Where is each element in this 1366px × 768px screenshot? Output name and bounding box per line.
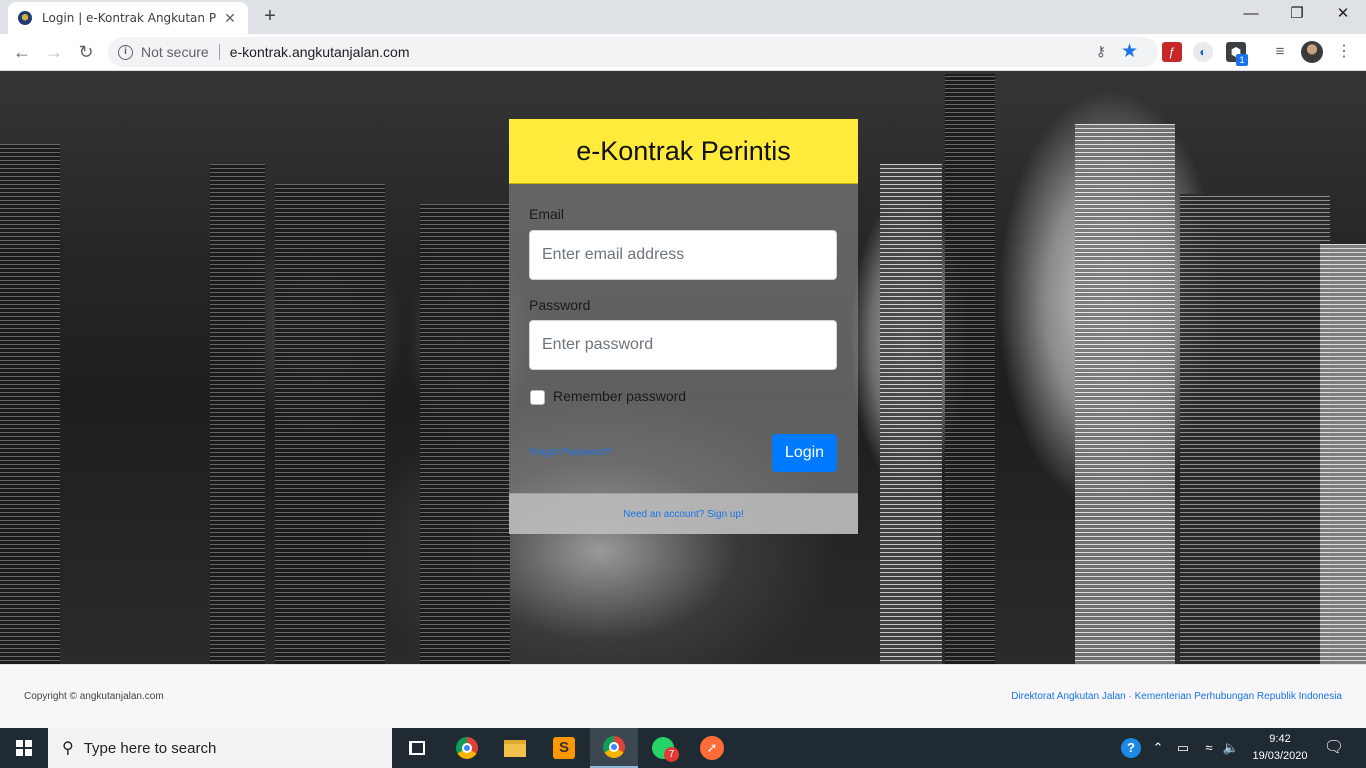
whatsapp-badge: 7 <box>664 747 679 762</box>
login-title: e-Kontrak Perintis <box>576 135 791 166</box>
chrome-active-taskbar-icon[interactable] <box>590 728 638 768</box>
browser-toolbar: ← → ↻ i Not secure e-kontrak.angkutanjal… <box>0 34 1366 71</box>
postman-icon[interactable]: ➚ <box>688 728 736 768</box>
chrome-menu-icon[interactable]: ⋮ <box>1330 38 1358 66</box>
background-building <box>210 164 265 664</box>
background-building <box>275 184 385 664</box>
login-page-background: e-Kontrak Perintis Email Password Rememb… <box>0 71 1366 664</box>
task-view-icon[interactable] <box>393 728 441 768</box>
background-building <box>1075 124 1175 664</box>
maximize-button[interactable]: ❐ <box>1274 0 1320 30</box>
browser-tab-strip: Login | e-Kontrak Angkutan Perintis ✕ + … <box>0 0 1366 34</box>
minimize-button[interactable]: — <box>1228 0 1274 30</box>
notifications-icon[interactable]: 🗨 <box>1320 728 1348 768</box>
background-building <box>0 144 60 664</box>
flash-extension-icon[interactable]: ƒ <box>1162 42 1182 62</box>
login-button[interactable]: Login <box>772 434 837 472</box>
remember-password-checkbox[interactable] <box>530 390 545 405</box>
start-button[interactable] <box>0 728 48 768</box>
close-window-button[interactable]: ✕ <box>1320 0 1366 30</box>
browser-tab[interactable]: Login | e-Kontrak Angkutan Perintis ✕ <box>8 2 248 34</box>
search-placeholder: Type here to search <box>83 739 217 757</box>
login-form: Email Password Remember password Forgot … <box>509 184 858 493</box>
battery-icon[interactable]: ▭ <box>1172 728 1194 768</box>
reload-icon[interactable]: ↻ <box>72 38 100 66</box>
email-label: Email <box>529 206 565 222</box>
background-building <box>1180 194 1330 664</box>
address-bar[interactable]: i Not secure e-kontrak.angkutanjalan.com… <box>108 37 1158 67</box>
chrome-taskbar-icon[interactable] <box>443 728 491 768</box>
copyright-text: Copyright © angkutanjalan.com <box>24 691 164 702</box>
windows-taskbar: ⚲ Type here to search S 7 ➚ ? ⌃ ▭ ≈ 🔈 9:… <box>0 728 1366 768</box>
extension-icon[interactable]: ◐ <box>1193 42 1213 62</box>
remember-password-label[interactable]: Remember password <box>553 388 686 404</box>
wifi-icon[interactable]: ≈ <box>1198 728 1220 768</box>
page-footer: Copyright © angkutanjalan.com Direktorat… <box>0 664 1366 728</box>
taskbar-clock[interactable]: 9:42 19/03/2020 <box>1244 731 1316 765</box>
forgot-password-link[interactable]: Forgot Password? <box>530 447 611 458</box>
password-field[interactable] <box>529 320 837 370</box>
whatsapp-icon[interactable]: 7 <box>639 728 687 768</box>
site-favicon-icon <box>18 11 32 25</box>
url-text[interactable]: e-kontrak.angkutanjalan.com <box>230 44 410 60</box>
clock-date: 19/03/2020 <box>1252 750 1308 762</box>
password-label: Password <box>529 297 591 313</box>
help-icon[interactable]: ? <box>1118 728 1144 768</box>
back-arrow-icon[interactable]: ← <box>8 38 36 66</box>
profile-avatar[interactable] <box>1301 41 1323 63</box>
security-label: Not secure <box>141 44 209 60</box>
info-icon[interactable]: i <box>118 44 133 60</box>
taskbar-search-box[interactable]: ⚲ Type here to search <box>48 728 392 768</box>
forward-arrow-icon[interactable]: → <box>40 38 68 66</box>
extension-badge: 1 <box>1236 54 1248 66</box>
key-icon[interactable]: ⚷ <box>1096 43 1106 60</box>
clock-time: 9:42 <box>1269 733 1291 745</box>
directorate-links[interactable]: Direktorat Angkutan Jalan · Kementerian … <box>1011 691 1342 702</box>
new-tab-button[interactable]: + <box>258 5 282 29</box>
signup-link[interactable]: Need an account? Sign up! <box>509 493 858 534</box>
file-explorer-icon[interactable] <box>491 728 539 768</box>
tab-close-icon[interactable]: ✕ <box>222 10 238 26</box>
volume-icon[interactable]: 🔈 <box>1220 728 1242 768</box>
login-card-header: e-Kontrak Perintis <box>509 119 858 184</box>
search-icon: ⚲ <box>62 740 74 757</box>
background-building <box>420 204 510 664</box>
bookmark-star-icon[interactable]: ★ <box>1121 40 1138 63</box>
address-separator <box>218 44 220 60</box>
background-building <box>1320 244 1366 664</box>
sublime-text-icon[interactable]: S <box>540 728 588 768</box>
login-card: e-Kontrak Perintis Email Password Rememb… <box>509 119 858 534</box>
media-control-icon[interactable]: ≡ <box>1266 38 1294 66</box>
background-building <box>880 164 942 664</box>
background-building <box>945 74 995 664</box>
tab-title: Login | e-Kontrak Angkutan Perintis <box>42 11 216 25</box>
windows-logo-icon <box>16 740 32 756</box>
show-hidden-icons-chevron-icon[interactable]: ⌃ <box>1148 728 1168 768</box>
email-field[interactable] <box>529 230 837 280</box>
